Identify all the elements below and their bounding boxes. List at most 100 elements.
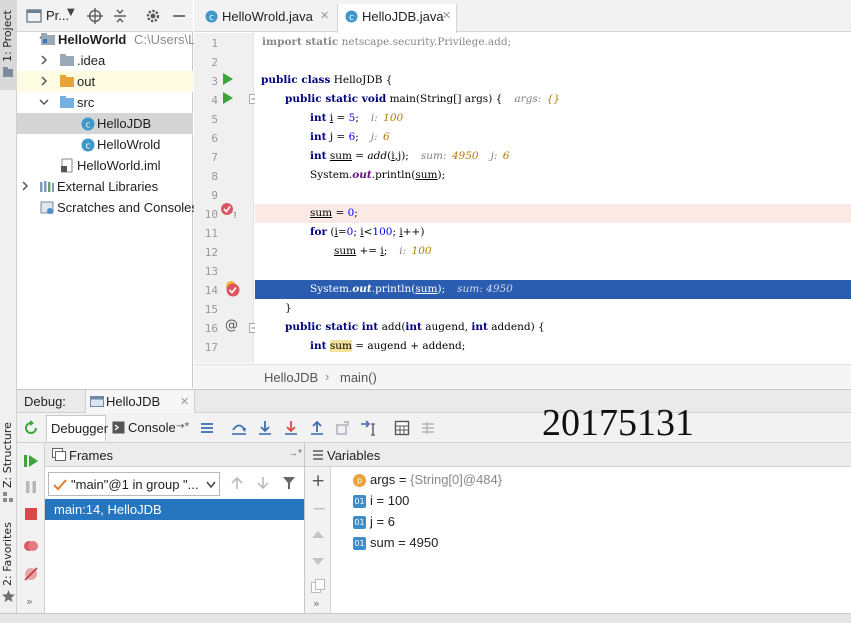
resume-icon[interactable]	[24, 454, 38, 468]
pin-tab-icon[interactable]: →*	[176, 421, 189, 432]
libraries-icon	[40, 181, 54, 192]
line-number: 5	[211, 113, 218, 126]
scratches-icon	[40, 201, 54, 214]
breadcrumb-class[interactable]: HelloJDB	[264, 370, 318, 385]
tab-hellowrold-java[interactable]: c HelloWrold.java ✕	[198, 4, 336, 29]
structure-tool-tab[interactable]: Z: Structure	[0, 420, 17, 510]
pin-panel-icon[interactable]: →*	[288, 448, 302, 459]
evaluate-expression-icon[interactable]	[394, 420, 410, 436]
mute-breakpoints-icon[interactable]	[24, 567, 38, 581]
code-line-14-execution-point: System.out.println(sum); sum: 4950	[255, 280, 851, 299]
line-number: 6	[211, 132, 218, 145]
tab-debugger[interactable]: Debugger	[46, 415, 108, 441]
minimize-icon[interactable]	[171, 8, 187, 24]
project-tool-tab-label: 1: Project	[1, 10, 14, 62]
line-number: 10	[204, 208, 218, 221]
drop-frame-icon[interactable]	[335, 420, 351, 436]
line-number: 1	[211, 37, 218, 50]
java-class-icon: c	[205, 10, 218, 23]
arrow-up-icon[interactable]	[230, 476, 244, 490]
arrow-down-icon[interactable]	[256, 476, 270, 490]
step-over-icon[interactable]	[231, 420, 247, 436]
module-folder-icon	[41, 33, 55, 45]
tree-item-helloworld-module[interactable]: HelloWorld C:\Users\L	[17, 29, 196, 50]
tree-item-scratches[interactable]: Scratches and Consoles	[17, 197, 198, 218]
left-tool-strip: 1: Project Z: Structure 2: Favorites	[0, 0, 17, 623]
line-number: 11	[204, 227, 218, 240]
close-icon[interactable]: ✕	[320, 9, 329, 22]
breakpoint-icon[interactable]: ?	[220, 202, 236, 218]
move-down-icon[interactable]	[312, 558, 324, 566]
more-icon[interactable]: »	[26, 595, 33, 608]
breadcrumb: HelloJDB › main()	[194, 364, 851, 388]
copy-icon[interactable]	[311, 579, 325, 593]
remove-watch-icon[interactable]: −	[312, 499, 326, 519]
add-watch-icon[interactable]: +	[311, 471, 325, 491]
tree-item-out[interactable]: out	[17, 71, 193, 92]
close-icon[interactable]: ✕	[442, 9, 451, 22]
line-number: 14	[204, 284, 218, 297]
view-breakpoints-icon[interactable]	[23, 539, 39, 553]
debug-toolbar: Debugger Console →* 20175131	[17, 402, 851, 444]
debug-window-label: Debug:	[24, 394, 66, 409]
project-tool-tab[interactable]: 1: Project	[0, 0, 17, 90]
run-icon[interactable]	[223, 73, 233, 85]
chevron-right-icon[interactable]	[39, 55, 49, 65]
tree-item-hellowrold[interactable]: c HelloWrold	[17, 134, 193, 155]
project-toolbar: Pr... ▼	[17, 0, 193, 32]
tab-console[interactable]: Console →*	[110, 415, 192, 441]
line-number: 15	[204, 303, 218, 316]
project-view-selector[interactable]: Pr...	[46, 8, 69, 23]
step-into-icon[interactable]	[257, 420, 273, 436]
rerun-icon[interactable]	[23, 420, 39, 436]
chevron-down-icon[interactable]	[39, 97, 49, 107]
tree-item-helloworld-iml[interactable]: HelloWorld.iml	[17, 155, 193, 176]
menu-lines-icon[interactable]	[199, 420, 215, 436]
trace-icon[interactable]	[420, 420, 436, 436]
line-number: 16	[204, 322, 218, 335]
tree-item-label: HelloWorld	[58, 32, 127, 47]
gear-icon[interactable]	[145, 8, 161, 24]
locate-icon[interactable]	[87, 8, 103, 24]
project-panel: Pr... ▼ HelloWorld C:\Users\L .idea out …	[17, 0, 198, 388]
breakpoint-icon[interactable]	[225, 282, 241, 298]
tree-item-idea[interactable]: .idea	[17, 50, 193, 71]
run-icon[interactable]	[223, 92, 233, 104]
more-icon[interactable]: »	[313, 597, 320, 610]
svg-text:c: c	[209, 13, 214, 23]
move-up-icon[interactable]	[312, 530, 324, 538]
pause-icon[interactable]	[25, 481, 37, 493]
favorites-tool-tab-label: 2: Favorites	[1, 522, 14, 586]
chevron-right-icon[interactable]	[20, 181, 30, 191]
line-number: 8	[211, 170, 218, 183]
editor-gutter[interactable]: 1 2 3 4 5 6 7 8 9 10 11 12 13 14 15 16 1…	[194, 33, 259, 363]
code-line-11: for (i=0; i<100; i++)	[310, 226, 425, 238]
override-icon[interactable]: @	[225, 318, 238, 333]
collapse-all-icon[interactable]	[112, 8, 128, 24]
tree-item-src[interactable]: src	[17, 92, 193, 113]
tree-item-external-libraries[interactable]: External Libraries	[17, 176, 193, 197]
tree-item-label: HelloJDB	[97, 116, 152, 131]
code-editor[interactable]: import static netscape.security.Privileg…	[255, 33, 851, 363]
frame-row[interactable]: main:14, HelloJDB	[45, 499, 304, 520]
breadcrumb-method[interactable]: main()	[340, 370, 377, 385]
step-out-icon[interactable]	[309, 420, 325, 436]
debug-session-tab[interactable]: HelloJDB ✕	[85, 390, 195, 413]
favorites-tool-tab[interactable]: 2: Favorites	[0, 520, 17, 610]
filter-icon[interactable]	[282, 476, 296, 490]
chevron-right-icon[interactable]	[39, 76, 49, 86]
thread-select[interactable]: "main"@1 in group "...	[48, 472, 220, 496]
close-icon[interactable]: ✕	[180, 395, 189, 408]
module-path: C:\Users\L	[134, 32, 196, 47]
svg-text:c: c	[86, 121, 91, 131]
tab-hellojdb-java[interactable]: c HelloJDB.java ✕	[337, 4, 457, 33]
chevron-down-icon[interactable]: ▼	[67, 7, 75, 18]
primitive-icon: 01	[353, 537, 366, 550]
force-step-into-icon[interactable]	[283, 420, 299, 436]
stop-icon[interactable]	[25, 508, 37, 520]
variable-text: sum = 4950	[370, 535, 439, 550]
frames-header: Frames →*	[45, 443, 304, 467]
tree-item-hellojdb[interactable]: c HelloJDB	[17, 113, 193, 134]
run-to-cursor-icon[interactable]	[360, 420, 378, 436]
module-file-icon	[61, 158, 73, 173]
